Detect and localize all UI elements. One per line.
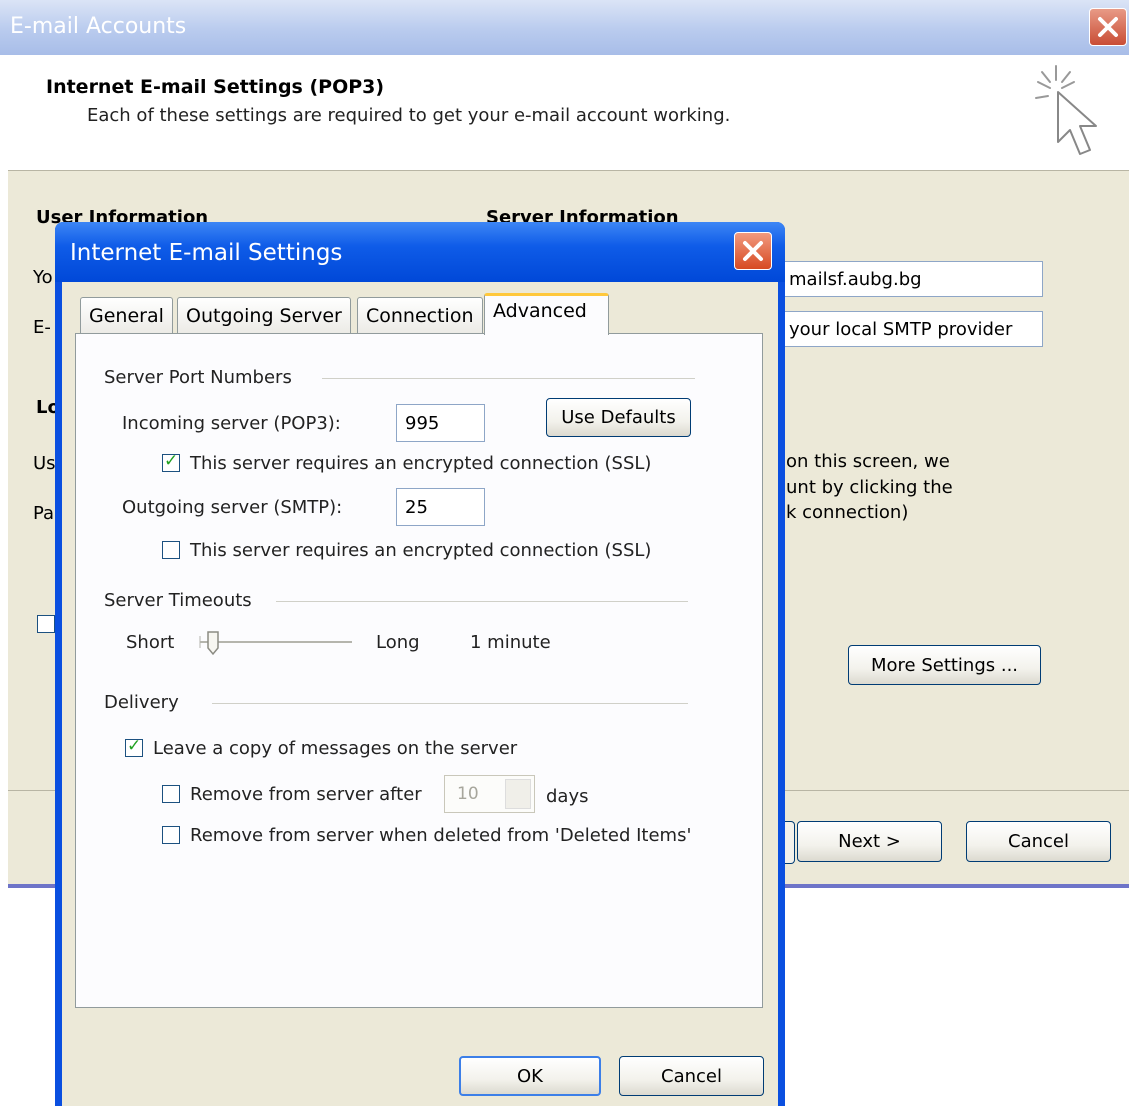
port-section-title: Server Port Numbers (104, 367, 292, 388)
remove-after-days-spinner[interactable]: 10 (444, 775, 535, 813)
remember-password-checkbox[interactable] (37, 615, 55, 633)
timeout-value: 1 minute (470, 632, 551, 653)
outgoing-ssl-checkbox[interactable] (162, 541, 180, 559)
incoming-ssl-checkbox[interactable] (162, 451, 180, 472)
dialog-cancel-button[interactable]: Cancel (619, 1056, 764, 1096)
note-line-2: unt by clicking the (786, 477, 953, 498)
port-section-divider (322, 378, 695, 379)
remove-after-days-value: 10 (457, 784, 479, 804)
dialog-title: Internet E-mail Settings (70, 240, 343, 266)
timeouts-section-divider (276, 601, 688, 602)
spinner-arrows-icon (505, 779, 531, 809)
outgoing-mail-server-input[interactable]: your local SMTP provider (760, 311, 1043, 347)
timeout-slider[interactable] (196, 628, 356, 662)
wizard-title: E-mail Accounts (10, 14, 187, 39)
tab-connection[interactable]: Connection (357, 297, 483, 333)
remove-after-label: Remove from server after (190, 784, 422, 805)
more-settings-button[interactable]: More Settings ... (848, 645, 1041, 685)
timeouts-section-title: Server Timeouts (104, 590, 252, 611)
ok-button[interactable]: OK (459, 1056, 601, 1096)
incoming-mail-server-input[interactable]: mailsf.aubg.bg (760, 261, 1043, 297)
user-name-label: Us (33, 453, 56, 474)
leave-copy-checkbox[interactable] (125, 736, 143, 757)
wizard-close-button[interactable] (1089, 8, 1127, 46)
tab-advanced[interactable]: Advanced (484, 293, 609, 335)
dialog-close-button[interactable] (734, 232, 772, 270)
delivery-section-divider (212, 703, 688, 704)
remove-deleted-checkbox[interactable] (162, 826, 180, 844)
wizard-header-title: Internet E-mail Settings (POP3) (46, 76, 385, 98)
incoming-ssl-label: This server requires an encrypted connec… (190, 453, 652, 474)
days-label: days (546, 786, 589, 807)
your-name-label: Yo (33, 267, 53, 288)
tab-outgoing-server[interactable]: Outgoing Server (177, 297, 351, 333)
note-line-1: on this screen, we (786, 451, 950, 472)
leave-copy-label: Leave a copy of messages on the server (153, 738, 518, 759)
timeout-long-label: Long (376, 632, 420, 653)
close-icon (743, 241, 763, 261)
wizard-header-subtitle: Each of these settings are required to g… (87, 105, 731, 126)
outgoing-port-input[interactable]: 25 (396, 488, 485, 526)
outgoing-ssl-label: This server requires an encrypted connec… (190, 540, 652, 561)
next-button[interactable]: Next > (797, 821, 942, 862)
cursor-sparkle-icon (1030, 62, 1110, 171)
remove-after-checkbox[interactable] (162, 785, 180, 803)
outgoing-port-label: Outgoing server (SMTP): (122, 497, 343, 518)
tab-general[interactable]: General (80, 297, 173, 333)
slider-thumb (207, 631, 219, 656)
use-defaults-button[interactable]: Use Defaults (546, 398, 691, 437)
note-line-3: k connection) (786, 502, 909, 523)
close-icon (1098, 17, 1118, 37)
wizard-cancel-button[interactable]: Cancel (966, 821, 1111, 862)
email-label: E- (33, 317, 51, 338)
timeout-short-label: Short (126, 632, 175, 653)
remove-deleted-label: Remove from server when deleted from 'De… (190, 825, 692, 846)
incoming-port-input[interactable]: 995 (396, 404, 485, 442)
delivery-section-title: Delivery (104, 692, 179, 713)
incoming-port-label: Incoming server (POP3): (122, 413, 341, 434)
password-label: Pa (33, 503, 55, 524)
